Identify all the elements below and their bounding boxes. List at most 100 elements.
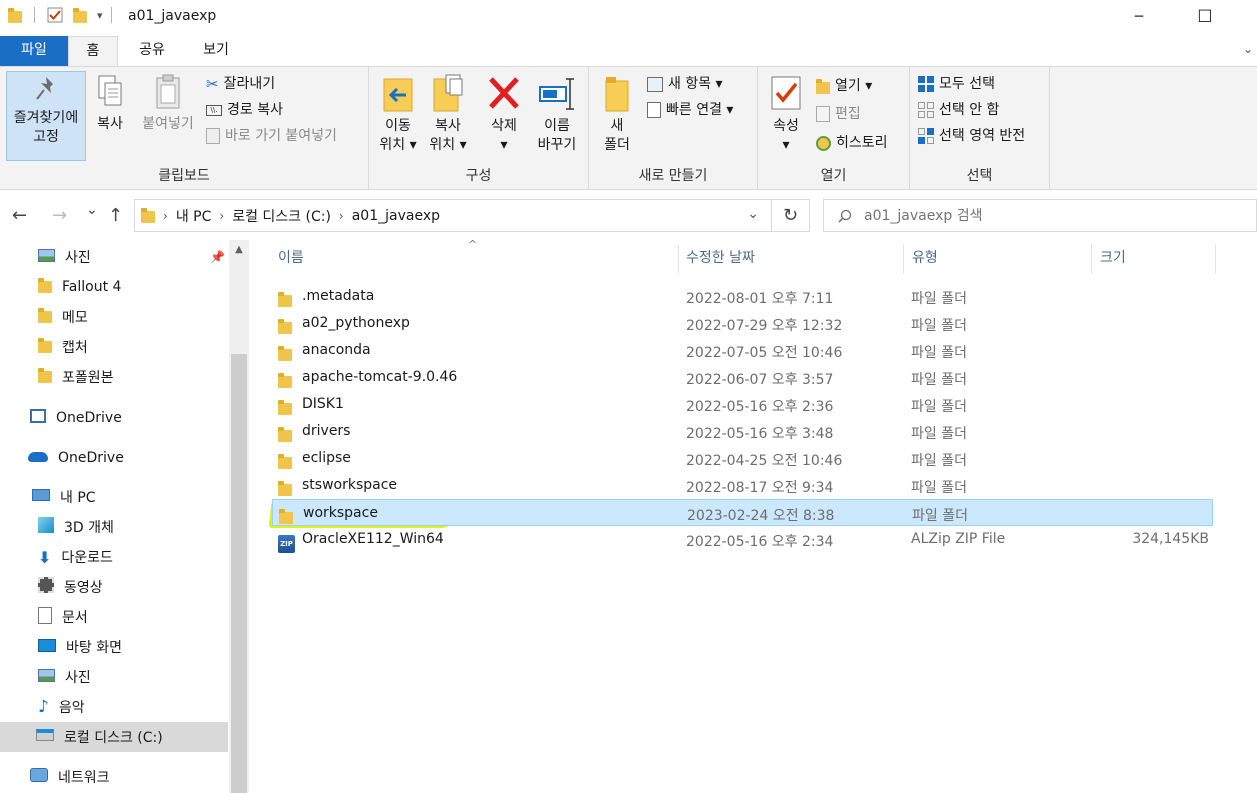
sidebar-item[interactable]: 캡처 [0, 332, 228, 362]
sidebar-item[interactable]: 사진 [0, 662, 228, 692]
refresh-button[interactable]: ↻ [772, 199, 810, 232]
properties-label-line2: ▾ [782, 137, 790, 153]
sidebar-item[interactable]: 로컬 디스크 (C:) [0, 722, 228, 752]
forward-arrow-icon[interactable]: → [52, 205, 67, 226]
file-row[interactable]: stsworkspace 2022-08-17 오전 9:34 파일 폴더 [272, 472, 1213, 499]
ribbon-collapse-chevron-icon[interactable]: ⌄ [1243, 42, 1253, 56]
sidebar-item[interactable]: 3D 개체 [0, 512, 228, 542]
file-name: apache-tomcat-9.0.46 [302, 369, 458, 385]
cut-button[interactable]: ✂ 잘라내기 [206, 75, 275, 93]
file-name: .metadata [302, 288, 375, 304]
invert-selection-button[interactable]: 선택 영역 반전 [918, 127, 1025, 145]
pin-to-quick-access[interactable]: 즐겨찾기에 고정 [6, 71, 86, 147]
pin-label-line1: 즐겨찾기에 [13, 110, 79, 126]
new-group-label: 새로 만들기 [638, 168, 708, 184]
copy-button[interactable]: 복사 [90, 71, 130, 134]
breadcrumb-current-folder[interactable]: a01_javaexp [352, 208, 440, 224]
paste-shortcut-button[interactable]: 바로 가기 붙여넣기 [206, 127, 337, 145]
file-row[interactable]: .metadata 2022-08-01 오후 7:11 파일 폴더 [272, 283, 1213, 310]
edit-button[interactable]: 편집 [816, 105, 861, 123]
sidebar-item[interactable]: 포폴원본 [0, 362, 228, 392]
column-header-type[interactable]: 유형 [912, 246, 938, 270]
tab-home[interactable]: 홈 [68, 36, 118, 66]
sidebar-item[interactable]: 네트워크 [0, 762, 228, 792]
back-arrow-icon[interactable]: ← [12, 205, 27, 226]
minimize-button[interactable]: ─ [1116, 0, 1162, 34]
new-folder-icon[interactable] [73, 7, 87, 23]
select-all-button[interactable]: 모두 선택 [918, 75, 995, 93]
sidebar-item[interactable]: Fallout 4 [0, 272, 228, 302]
tab-view[interactable]: 보기 [186, 36, 246, 66]
download-icon: ⬇ [38, 547, 52, 567]
file-row[interactable]: eclipse 2022-04-25 오전 10:46 파일 폴더 [272, 445, 1213, 472]
column-divider[interactable] [678, 244, 679, 274]
easy-access-button[interactable]: 빠른 연결 ▾ [647, 101, 733, 119]
address-dropdown-chevron-icon[interactable]: ⌄ [747, 206, 759, 222]
column-divider[interactable] [1091, 244, 1092, 274]
copy-to-icon [433, 74, 463, 112]
copy-to-label-line1: 복사 [435, 118, 461, 134]
delete-x-icon [489, 77, 519, 109]
rename-button[interactable]: 이름 바꾸기 [531, 71, 583, 155]
paste-label: 붙여넣기 [142, 116, 194, 132]
column-divider[interactable] [903, 244, 904, 274]
sidebar-item[interactable]: OneDrive [0, 403, 228, 433]
column-divider[interactable] [1215, 244, 1216, 274]
sidebar-item[interactable]: ⬇ 다운로드 [0, 542, 228, 572]
file-row[interactable]: ZIP OracleXE112_Win64 2022-05-16 오후 2:34 AL… [272, 526, 1213, 553]
properties-check-icon[interactable] [47, 7, 63, 23]
new-item-button[interactable]: 새 항목 ▾ [647, 75, 723, 93]
sidebar-item[interactable]: 동영상 [0, 572, 228, 602]
file-row[interactable]: apache-tomcat-9.0.46 2022-06-07 오후 3:57 파일… [272, 364, 1213, 391]
tab-file[interactable]: 파일 [0, 36, 68, 66]
sidebar-item[interactable]: 바탕 화면 [0, 632, 228, 662]
copy-to-button[interactable]: 복사 위치 ▾ [425, 71, 471, 155]
quick-access-dropdown[interactable]: ▾ [97, 9, 103, 22]
move-to-button[interactable]: 이동 위치 ▾ [375, 71, 421, 155]
breadcrumb-this-pc[interactable]: 내 PC [176, 206, 212, 226]
open-button[interactable]: 열기 ▾ [816, 77, 872, 95]
column-header-date[interactable]: 수정한 날짜 [686, 246, 755, 270]
column-header-name[interactable]: 이름 [278, 246, 304, 270]
up-arrow-icon[interactable]: ↑ [108, 205, 123, 226]
file-date: 2022-05-16 오후 2:36 [686, 399, 834, 415]
open-folder-icon [816, 78, 830, 94]
maximize-button[interactable]: ☐ [1182, 0, 1228, 34]
edit-icon [816, 106, 830, 122]
edit-label: 편집 [835, 106, 861, 122]
scroll-thumb[interactable] [231, 354, 247, 793]
new-folder-button[interactable]: 새 폴더 [597, 71, 637, 155]
sidebar-item[interactable]: 문서 [0, 602, 228, 632]
rename-label-line1: 이름 [544, 118, 570, 134]
search-input[interactable] [864, 207, 1224, 224]
delete-button[interactable]: 삭제 ▾ [481, 71, 527, 155]
ribbon: 즐겨찾기에 고정 복사 붙여넣기 ✂ 잘라내기 \\. 경로 복사 바로 가기 … [0, 66, 1257, 190]
sidebar-item[interactable]: OneDrive [0, 443, 228, 473]
paste-button[interactable]: 붙여넣기 [136, 71, 200, 134]
sidebar-item[interactable]: 내 PC [0, 482, 228, 512]
address-bar[interactable]: › 내 PC › 로컬 디스크 (C:) › a01_javaexp ⌄ [134, 199, 772, 232]
file-row[interactable]: workspace 2023-02-24 오전 8:38 파일 폴더 [272, 499, 1213, 526]
sidebar-item[interactable]: ♪ 음악 [0, 692, 228, 722]
invert-selection-label: 선택 영역 반전 [939, 128, 1026, 144]
refresh-icon: ↻ [782, 205, 799, 226]
breadcrumb-separator[interactable]: › [219, 209, 224, 223]
history-button[interactable]: 히스토리 [816, 134, 888, 152]
sidebar-item[interactable]: 메모 [0, 302, 228, 332]
breadcrumb-separator[interactable]: › [339, 209, 344, 223]
breadcrumb-local-disk[interactable]: 로컬 디스크 (C:) [232, 206, 331, 226]
file-row[interactable]: anaconda 2022-07-05 오전 10:46 파일 폴더 [272, 337, 1213, 364]
column-header-size[interactable]: 크기 [1100, 246, 1126, 270]
copy-path-button[interactable]: \\. 경로 복사 [206, 101, 283, 119]
sidebar-scrollbar[interactable]: ▲ [229, 240, 249, 793]
file-row[interactable]: a02_pythonexp 2022-07-29 오후 12:32 파일 폴더 [272, 310, 1213, 337]
search-box[interactable] [823, 199, 1257, 232]
sidebar-item[interactable]: 사진 [0, 242, 228, 272]
file-row[interactable]: drivers 2022-05-16 오후 3:48 파일 폴더 [272, 418, 1213, 445]
tab-share[interactable]: 공유 [124, 36, 180, 66]
properties-button[interactable]: 속성 ▾ [764, 71, 808, 155]
select-none-button[interactable]: 선택 안 함 [918, 101, 999, 119]
file-row[interactable]: DISK1 2022-05-16 오후 2:36 파일 폴더 [272, 391, 1213, 418]
recent-locations-chevron-icon[interactable]: ⌄ [86, 202, 98, 218]
scroll-up-icon[interactable]: ▲ [229, 244, 249, 255]
